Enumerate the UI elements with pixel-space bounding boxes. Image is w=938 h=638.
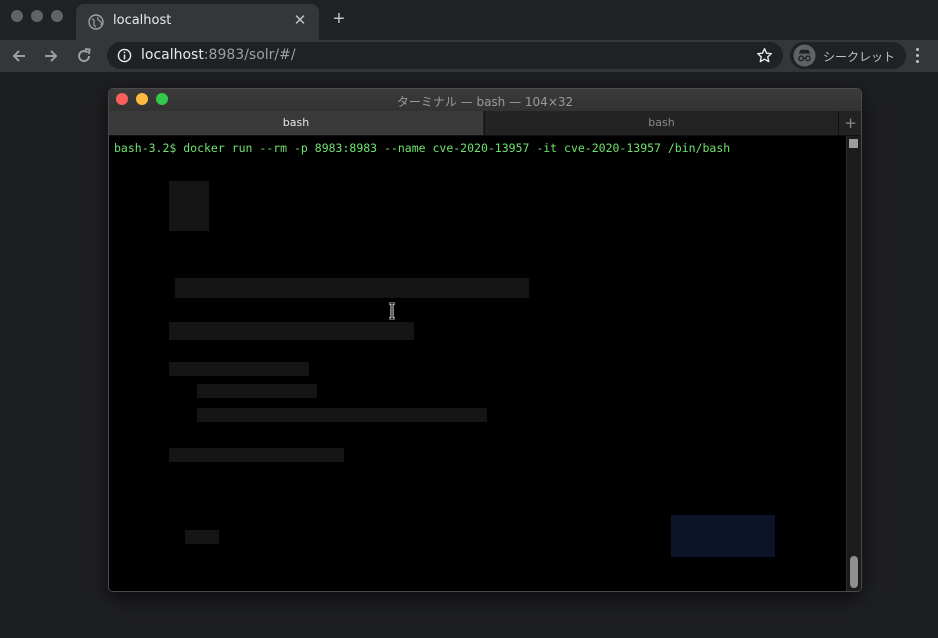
scroll-thumb[interactable] [850,556,858,588]
terminal-tab-inactive[interactable]: bash [484,111,838,135]
tab-close-icon[interactable]: ✕ [291,12,309,30]
ghost-block [169,448,344,462]
terminal-title: ターミナル — bash — 104×32 [396,95,574,109]
command-line: bash-3.2$ docker run --rm -p 8983:8983 -… [114,141,731,155]
info-icon[interactable] [117,48,132,63]
window-minimize-button[interactable] [31,10,43,22]
ghost-block [169,322,414,340]
window-zoom-button[interactable] [51,10,63,22]
url-path: :8983/solr/#/ [203,47,296,63]
ghost-block [169,362,309,376]
url-text[interactable]: localhost:8983/solr/#/ [141,47,296,63]
ghost-block [197,384,317,398]
incognito-indicator[interactable]: シークレット [790,42,906,69]
terminal-scrollbar[interactable] [846,136,861,591]
url-host: localhost [141,47,204,63]
new-tab-button[interactable]: + [328,8,350,30]
terminal-titlebar[interactable]: ターミナル — bash — 104×32 [109,89,861,112]
address-bar[interactable]: localhost:8983/solr/#/ [107,42,783,69]
terminal-tab-bar: bash bash + [109,111,861,136]
scroll-up-icon[interactable] [849,139,858,148]
incognito-icon [793,44,816,67]
terminal-new-tab-button[interactable]: + [838,111,861,135]
kebab-menu-icon[interactable] [916,48,920,64]
ghost-block [169,181,209,231]
terminal-tab-active[interactable]: bash [109,111,483,135]
star-icon[interactable] [756,47,773,64]
browser-tab[interactable]: localhost ✕ [76,4,319,40]
ghost-block [197,408,487,422]
incognito-label: シークレット [823,50,896,64]
browser-toolbar: localhost:8983/solr/#/ シークレット [0,40,938,72]
reload-icon[interactable] [74,46,94,66]
browser-tab-strip: localhost ✕ + [0,0,938,40]
ghost-block [185,530,219,544]
terminal-window: ターミナル — bash — 104×32 bash bash + bash-3… [108,88,862,592]
window-close-button[interactable] [11,10,23,22]
ghost-block [671,515,775,557]
globe-icon [88,14,104,30]
forward-arrow-icon[interactable] [41,46,61,66]
back-arrow-icon[interactable] [9,46,29,66]
text-cursor-icon [389,302,395,320]
ghost-block [175,278,529,298]
tab-title: localhost [113,13,172,28]
terminal-output[interactable]: bash-3.2$ docker run --rm -p 8983:8983 -… [109,136,847,591]
